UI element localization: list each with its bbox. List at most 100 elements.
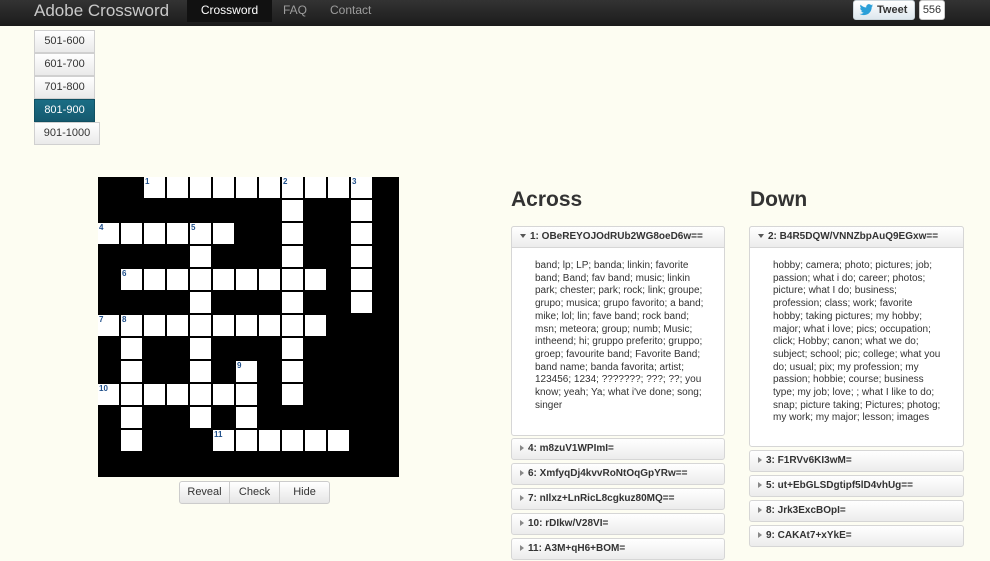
grid-cell[interactable]: 4: [98, 223, 119, 244]
grid-cell[interactable]: [282, 338, 303, 359]
grid-cell[interactable]: [144, 223, 165, 244]
grid-cell[interactable]: [282, 430, 303, 451]
grid-cell[interactable]: [190, 407, 211, 428]
range-701-800[interactable]: 701-800: [34, 76, 95, 99]
nav-contact[interactable]: Contact: [330, 0, 378, 22]
grid-cell[interactable]: [121, 407, 142, 428]
brand-title[interactable]: Adobe Crossword: [34, 0, 169, 22]
reveal-button[interactable]: Reveal: [180, 482, 229, 503]
hide-button[interactable]: Hide: [279, 482, 329, 503]
grid-cell[interactable]: [259, 430, 280, 451]
grid-cell[interactable]: [351, 246, 372, 267]
across-clue-11[interactable]: 11: A3M+qH6+BOM=: [511, 538, 725, 560]
cell-number: 11: [214, 430, 223, 439]
grid-cell[interactable]: 9: [236, 361, 257, 382]
check-button[interactable]: Check: [229, 482, 279, 503]
across-clue-6[interactable]: 6: XmfyqDj4kvvRoNtOqGpYRw==: [511, 463, 725, 485]
grid-cell[interactable]: [236, 269, 257, 290]
across-clue-7[interactable]: 7: nIlxz+LnRicL8cgkuz80MQ==: [511, 488, 725, 510]
grid-cell[interactable]: [282, 246, 303, 267]
grid-cell[interactable]: [190, 246, 211, 267]
grid-cell[interactable]: [259, 177, 280, 198]
across-clue-10[interactable]: 10: rDIkw/V28VI=: [511, 513, 725, 535]
grid-cell[interactable]: [351, 292, 372, 313]
grid-cell[interactable]: 10: [98, 384, 119, 405]
across-clue-4[interactable]: 4: m8zuV1WPImI=: [511, 438, 725, 460]
grid-cell[interactable]: [259, 269, 280, 290]
grid-cell[interactable]: [305, 315, 326, 336]
grid-controls: Reveal Check Hide: [179, 481, 330, 504]
grid-cell[interactable]: [236, 430, 257, 451]
grid-cell[interactable]: [282, 269, 303, 290]
grid-cell[interactable]: 5: [190, 223, 211, 244]
grid-cell[interactable]: [282, 200, 303, 221]
grid-cell[interactable]: 8: [121, 315, 142, 336]
grid-cell[interactable]: [282, 315, 303, 336]
tweet-button[interactable]: Tweet: [853, 0, 915, 20]
grid-cell[interactable]: [121, 361, 142, 382]
grid-cell[interactable]: 1: [144, 177, 165, 198]
grid-cell[interactable]: [236, 177, 257, 198]
grid-cell[interactable]: [351, 223, 372, 244]
grid-cell[interactable]: 3: [351, 177, 372, 198]
grid-cell[interactable]: [190, 177, 211, 198]
grid-cell[interactable]: [282, 292, 303, 313]
grid-cell[interactable]: [236, 407, 257, 428]
grid-cell[interactable]: [167, 315, 188, 336]
grid-cell[interactable]: [190, 361, 211, 382]
grid-cell[interactable]: 7: [98, 315, 119, 336]
grid-cell[interactable]: [236, 315, 257, 336]
grid-cell[interactable]: [305, 430, 326, 451]
range-601-700[interactable]: 601-700: [34, 53, 95, 76]
grid-cell[interactable]: [190, 269, 211, 290]
grid-cell[interactable]: [121, 338, 142, 359]
grid-cell[interactable]: [190, 292, 211, 313]
grid-cell[interactable]: [144, 269, 165, 290]
range-801-900[interactable]: 801-900: [34, 99, 95, 122]
grid-cell[interactable]: [282, 384, 303, 405]
grid-cell[interactable]: [213, 177, 234, 198]
grid-cell[interactable]: [167, 223, 188, 244]
grid-cell[interactable]: [213, 223, 234, 244]
range-501-600[interactable]: 501-600: [34, 30, 95, 53]
grid-cell[interactable]: [328, 430, 349, 451]
grid-cell[interactable]: [144, 315, 165, 336]
grid-cell[interactable]: [121, 223, 142, 244]
grid-cell[interactable]: [121, 430, 142, 451]
cell-number: 6: [122, 269, 127, 278]
grid-cell[interactable]: [282, 223, 303, 244]
grid-cell[interactable]: [213, 384, 234, 405]
grid-cell[interactable]: [328, 177, 349, 198]
nav-faq[interactable]: FAQ: [283, 0, 307, 22]
grid-cell[interactable]: [167, 384, 188, 405]
cell-number: 7: [99, 315, 104, 324]
down-clue-2-head[interactable]: 2: B4R5DQW/VNNZbpAuQ9EGxw==: [749, 226, 964, 248]
grid-cell[interactable]: [144, 384, 165, 405]
grid-cell[interactable]: [121, 384, 142, 405]
down-clue-3[interactable]: 3: F1RVv6KI3wM=: [749, 450, 964, 472]
grid-cell[interactable]: [190, 315, 211, 336]
tweet-count: 556: [919, 0, 945, 20]
grid-cell[interactable]: [167, 269, 188, 290]
grid-cell[interactable]: [190, 384, 211, 405]
grid-cell[interactable]: [282, 361, 303, 382]
range-901-1000[interactable]: 901-1000: [34, 122, 100, 145]
nav-crossword[interactable]: Crossword: [187, 0, 272, 22]
grid-cell[interactable]: [305, 269, 326, 290]
grid-cell[interactable]: [167, 177, 188, 198]
grid-cell[interactable]: [190, 338, 211, 359]
grid-cell[interactable]: 6: [121, 269, 142, 290]
down-clue-9[interactable]: 9: CAKAt7+xYkE=: [749, 525, 964, 547]
grid-cell[interactable]: [305, 177, 326, 198]
down-clue-8[interactable]: 8: Jrk3ExcBOpI=: [749, 500, 964, 522]
grid-cell[interactable]: [213, 269, 234, 290]
grid-cell[interactable]: [259, 315, 280, 336]
across-clue-1-head[interactable]: 1: OBeREYOJOdRUb2WG8oeD6w==: [511, 226, 725, 248]
grid-cell[interactable]: [213, 315, 234, 336]
down-clue-5[interactable]: 5: ut+EbGLSDgtipf5lD4vhUg==: [749, 475, 964, 497]
grid-cell[interactable]: 2: [282, 177, 303, 198]
grid-cell[interactable]: [351, 269, 372, 290]
grid-cell[interactable]: [351, 200, 372, 221]
grid-cell[interactable]: [236, 384, 257, 405]
grid-cell[interactable]: 11: [213, 430, 234, 451]
